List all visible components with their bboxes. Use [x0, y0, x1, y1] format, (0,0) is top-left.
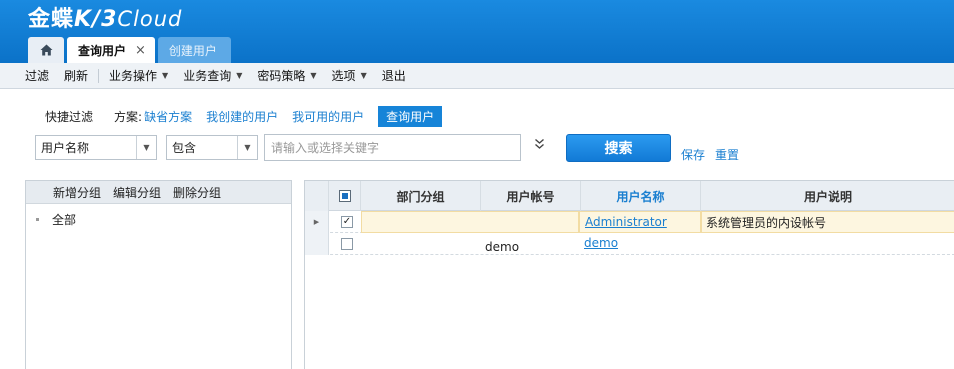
field-select[interactable]: 用户名称 ▼ — [35, 135, 157, 160]
menu-exit[interactable]: 退出 — [382, 67, 406, 84]
tab-bar: 查询用户 × 创建用户 — [28, 37, 234, 63]
tab-home[interactable] — [28, 37, 64, 63]
reset-link[interactable]: 重置 — [715, 146, 739, 163]
tree-bullet-icon — [36, 218, 39, 221]
cell-name-link[interactable]: Administrator — [585, 215, 667, 229]
menu-divider — [98, 68, 100, 83]
row-checkbox-cell[interactable]: ✓ — [341, 211, 353, 233]
tree-item-all[interactable]: 全部 — [36, 211, 76, 228]
menu-label: 业务操作 — [109, 69, 158, 83]
group-toolbar: 新增分组 编辑分组 删除分组 — [26, 181, 291, 204]
menu-business-query[interactable]: 业务查询 ▼ — [183, 67, 242, 84]
cell-description-text: 系统管理员的内设帐号 — [706, 215, 827, 230]
row-checkbox[interactable]: ✓ — [341, 216, 353, 228]
tab-create-user[interactable]: 创建用户 — [157, 37, 231, 63]
row-checkbox[interactable] — [341, 238, 353, 250]
col-header-dept[interactable]: 部门分组 — [361, 181, 481, 211]
partial-check-icon — [341, 193, 348, 199]
col-header-description[interactable]: 用户说明 — [701, 181, 954, 211]
user-grid: 部门分组 用户帐号 用户名称 用户说明 ▶ ✓ Administrator 系统… — [304, 180, 954, 369]
operator-select[interactable]: 包含 ▼ — [166, 135, 258, 160]
row-indicator — [305, 233, 329, 255]
quick-filter-label: 快捷过滤 — [45, 109, 94, 124]
logo-brand: 金蝶 — [28, 7, 75, 32]
header-select-all[interactable] — [329, 181, 361, 211]
chevron-down-icon[interactable]: ▼ — [237, 136, 257, 159]
menu-options[interactable]: 选项 ▼ — [332, 67, 367, 84]
delete-group-button[interactable]: 删除分组 — [173, 184, 221, 201]
tree-item-label: 全部 — [52, 213, 77, 227]
grid-header: 部门分组 用户帐号 用户名称 用户说明 — [305, 181, 954, 211]
keyword-input[interactable]: 请输入或选择关键字 — [264, 134, 521, 161]
menu-label: 业务查询 — [183, 69, 232, 83]
scheme-default[interactable]: 缺省方案 — [144, 108, 192, 125]
logo-cloud: Cloud — [117, 7, 183, 31]
chevron-down-icon[interactable]: ▼ — [136, 136, 156, 159]
cell-name-wrap: Administrator — [579, 211, 701, 233]
col-header-name[interactable]: 用户名称 — [581, 181, 701, 211]
menu-business-ops[interactable]: 业务操作 ▼ — [109, 67, 168, 84]
menu-password-policy[interactable]: 密码策略 ▼ — [257, 67, 316, 84]
row-pointer-icon: ▶ — [305, 211, 329, 233]
tab-label: 创建用户 — [168, 43, 217, 58]
field-select-value: 用户名称 — [41, 141, 90, 155]
col-header-account[interactable]: 用户帐号 — [481, 181, 581, 211]
add-group-button[interactable]: 新增分组 — [53, 184, 101, 201]
row-checkbox-cell[interactable] — [341, 233, 353, 255]
scheme-current[interactable]: 查询用户 — [378, 105, 443, 127]
row-highlight — [361, 211, 579, 233]
header-indicator — [305, 181, 329, 211]
caret-down-icon: ▼ — [360, 71, 367, 80]
select-all-checkbox[interactable] — [338, 190, 351, 202]
quick-filter-row: 快捷过滤 方案: 缺省方案 我创建的用户 我可用的用户 查询用户 — [45, 105, 443, 127]
cell-name-wrap: demo — [584, 233, 618, 255]
table-row[interactable]: ▶ ✓ Administrator 系统管理员的内设帐号 — [305, 211, 954, 233]
group-panel: 新增分组 编辑分组 删除分组 全部 — [25, 180, 292, 369]
logo-k3: K/3 — [74, 7, 118, 32]
menu-label: 选项 — [331, 69, 356, 83]
table-row[interactable]: demo demo — [305, 233, 954, 255]
menu-label: 密码策略 — [257, 69, 306, 83]
tab-query-user[interactable]: 查询用户 × — [67, 37, 155, 63]
menu-bar: 过滤 刷新 业务操作 ▼ 业务查询 ▼ 密码策略 ▼ 选项 ▼ 退出 — [0, 63, 954, 89]
home-icon — [40, 44, 52, 56]
caret-down-icon: ▼ — [310, 71, 317, 80]
cell-account: demo — [485, 240, 520, 254]
operator-select-value: 包含 — [172, 141, 197, 155]
close-icon[interactable]: × — [135, 43, 146, 58]
save-link[interactable]: 保存 — [681, 146, 705, 163]
scheme-my-created[interactable]: 我创建的用户 — [206, 108, 278, 125]
scheme-label: 方案: — [114, 109, 143, 124]
caret-down-icon: ▼ — [236, 71, 243, 80]
search-button[interactable]: 搜索 — [566, 134, 671, 162]
app-header: 金蝶K/3Cloud 查询用户 × 创建用户 — [0, 0, 954, 63]
cell-name-link[interactable]: demo — [584, 236, 618, 250]
cell-description: 系统管理员的内设帐号 — [701, 211, 954, 233]
app-logo: 金蝶K/3Cloud — [28, 1, 182, 33]
scheme-my-available[interactable]: 我可用的用户 — [292, 108, 364, 125]
menu-filter[interactable]: 过滤 — [25, 67, 49, 84]
expand-filter-icon[interactable] — [534, 138, 545, 150]
tab-label: 查询用户 — [78, 43, 127, 58]
edit-group-button[interactable]: 编辑分组 — [113, 184, 161, 201]
menu-refresh[interactable]: 刷新 — [64, 67, 88, 84]
caret-down-icon: ▼ — [162, 71, 169, 80]
